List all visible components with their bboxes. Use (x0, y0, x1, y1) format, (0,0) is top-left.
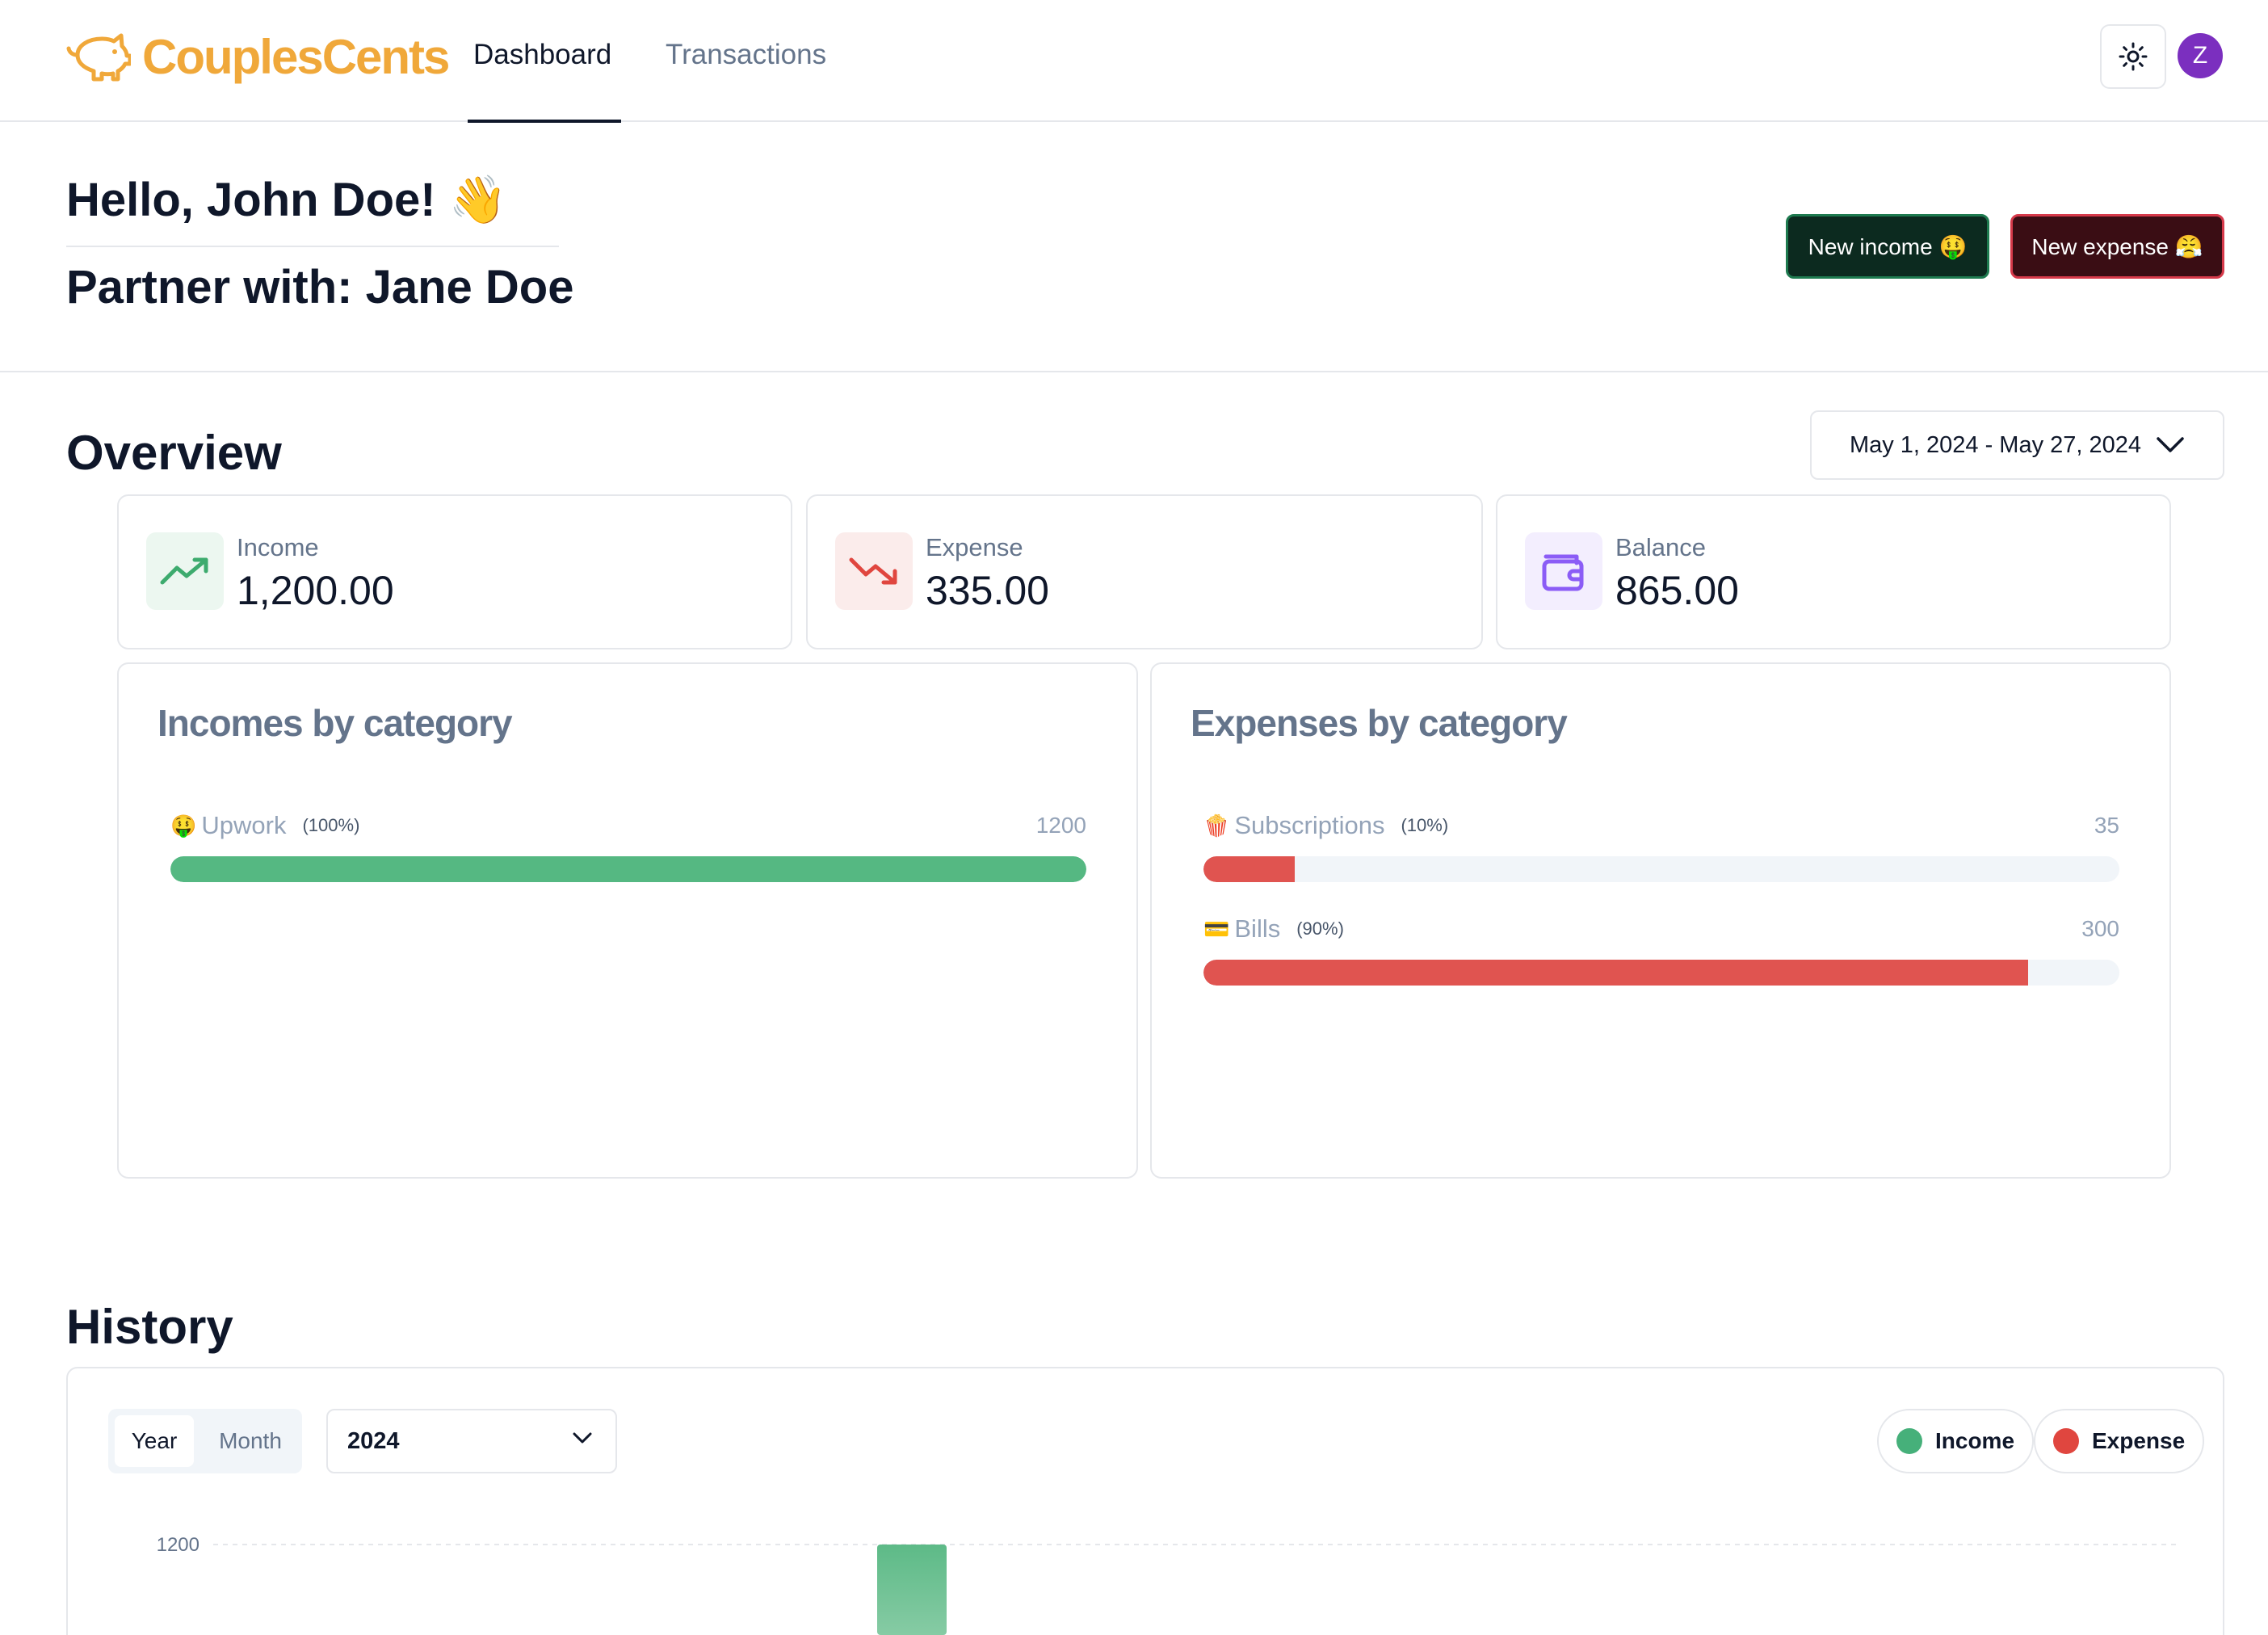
category-percent: (90%) (1296, 918, 1344, 939)
new-expense-button[interactable]: New expense 😤 (2010, 214, 2224, 279)
user-avatar[interactable]: Z (2178, 33, 2223, 78)
new-income-button[interactable]: New income 🤑 (1786, 214, 1989, 279)
category-emoji-icon: 🤑 (170, 813, 197, 838)
top-header: CouplesCents Dashboard Transactions Z (0, 0, 2268, 123)
category-progress-track (1203, 960, 2119, 986)
brand-logo[interactable]: CouplesCents (66, 29, 450, 85)
section-divider (0, 371, 2268, 372)
app: CouplesCents Dashboard Transactions Z He… (0, 0, 2268, 1635)
expenses-by-category-title: Expenses by category (1191, 702, 1568, 744)
date-range-label: May 1, 2024 - May 27, 2024 (1849, 431, 2142, 458)
active-tab-indicator (468, 120, 621, 123)
category-emoji-icon: 🍿 (1203, 813, 1230, 838)
trending-up-icon (146, 532, 224, 610)
category-progress-track (170, 856, 1086, 882)
date-range-picker[interactable]: May 1, 2024 - May 27, 2024 (1810, 410, 2224, 480)
income-stat-card: Income 1,200.00 (117, 494, 792, 649)
piggy-bank-icon (66, 33, 131, 81)
history-title: History (66, 1300, 233, 1354)
trending-down-icon (835, 532, 913, 610)
history-card: Year Month 2024 Income Expense 120090 (66, 1367, 2224, 1635)
sun-icon (2119, 42, 2148, 71)
incomes-by-category-title: Incomes by category (158, 702, 513, 744)
expense-label: Expense (926, 533, 1023, 561)
partner-title: Partner with: Jane Doe (66, 261, 574, 313)
category-amount: 35 (2094, 813, 2119, 838)
brand-name: CouplesCents (142, 30, 450, 84)
expense-stat-card: Expense 335.00 (806, 494, 1483, 649)
category-amount: 1200 (1035, 813, 1086, 838)
category-name: Bills (1234, 914, 1281, 943)
balance-stat-card: Balance 865.00 (1496, 494, 2171, 649)
incomes-by-category-card: Incomes by category 🤑 Upwork (100%) 1200 (117, 662, 1138, 1179)
category-progress-fill (1203, 960, 2028, 986)
expense-value: 335.00 (926, 568, 1049, 613)
category-amount: 300 (2081, 916, 2119, 941)
theme-toggle-button[interactable] (2100, 24, 2166, 89)
greeting-divider (66, 246, 559, 247)
overview-title: Overview (66, 426, 282, 480)
income-value: 1,200.00 (237, 568, 394, 613)
tab-dashboard[interactable]: Dashboard (473, 39, 611, 71)
income-label: Income (237, 533, 319, 561)
greeting-title: Hello, John Doe! 👋 (66, 174, 507, 226)
category-emoji-icon: 💳 (1203, 916, 1230, 941)
category-progress-fill (1203, 856, 1296, 882)
y-tick-label: 1200 (157, 1534, 200, 1556)
balance-label: Balance (1615, 533, 1707, 561)
wallet-icon (1525, 532, 1602, 610)
category-progress-track (1203, 856, 2119, 882)
balance-value: 865.00 (1615, 568, 1739, 613)
category-percent: (10%) (1401, 815, 1449, 835)
history-bar-chart: 1200900 (157, 1534, 2176, 1635)
expenses-by-category-card: Expenses by category 🍿 Subscriptions (10… (1150, 662, 2171, 1179)
income-bar[interactable] (877, 1545, 947, 1635)
tab-transactions[interactable]: Transactions (666, 39, 826, 71)
category-name: Subscriptions (1234, 811, 1385, 839)
category-name: Upwork (201, 811, 287, 839)
category-percent: (100%) (302, 815, 360, 835)
chevron-down-icon (2157, 437, 2184, 452)
category-progress-fill (170, 856, 1086, 882)
